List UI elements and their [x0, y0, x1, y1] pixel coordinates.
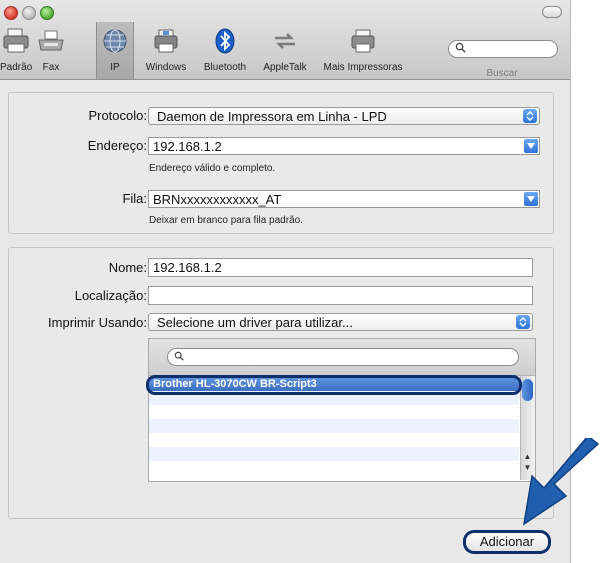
ip-globe-icon	[103, 29, 127, 53]
toolbar-default-button[interactable]: Padrão	[0, 28, 32, 78]
toolbar-toggle-button[interactable]	[542, 6, 562, 18]
address-hint: Endereço válido e completo.	[149, 163, 276, 174]
toolbar-more-printers-button[interactable]: Mais Impressoras	[316, 28, 410, 78]
search-icon	[174, 351, 184, 361]
driver-list: Brother HL-3070CW BR-Script3 ▲ ▼	[148, 338, 536, 482]
toolbar-fax-button[interactable]: Fax	[34, 28, 68, 78]
fax-icon	[38, 30, 64, 51]
driver-label: Imprimir Usando:	[48, 315, 147, 330]
driver-search-input[interactable]	[167, 348, 519, 366]
chevron-down-icon[interactable]	[524, 139, 538, 153]
driver-value: Selecione um driver para utilizar...	[157, 315, 353, 330]
queue-label: Fila:	[122, 191, 147, 206]
list-item	[149, 461, 519, 475]
close-window-button[interactable]	[4, 6, 18, 20]
toolbar-search-input[interactable]	[448, 40, 558, 58]
toolbar-more-printers-label: Mais Impressoras	[323, 62, 403, 73]
toolbar-bluetooth-button[interactable]: Bluetooth	[196, 28, 254, 78]
queue-hint: Deixar em branco para fila padrão.	[149, 215, 303, 226]
toolbar-bluetooth-label: Bluetooth	[203, 62, 247, 73]
name-label: Nome:	[108, 260, 147, 275]
default-printer-icon	[3, 28, 29, 53]
toolbar-appletalk-button[interactable]: AppleTalk	[256, 28, 314, 78]
scroll-thumb[interactable]	[522, 379, 533, 401]
protocol-label: Protocolo:	[88, 108, 147, 123]
address-combo[interactable]: 192.168.1.2	[148, 137, 540, 155]
list-item	[149, 447, 519, 461]
protocol-popup[interactable]: Daemon de Impressora em Linha - LPD	[148, 107, 540, 125]
more-printers-icon	[351, 29, 375, 53]
list-item	[149, 405, 519, 419]
name-field[interactable]: 192.168.1.2	[148, 258, 533, 277]
popup-arrows-icon	[523, 109, 537, 123]
toolbar-appletalk-label: AppleTalk	[263, 62, 307, 73]
toolbar: Padrão Fax IP Windows Bluetooth AppleTal…	[0, 0, 570, 80]
add-button[interactable]: Adicionar	[463, 530, 551, 554]
appletalk-icon	[275, 33, 295, 49]
protocol-value: Daemon de Impressora em Linha - LPD	[157, 109, 387, 124]
driver-search-band	[149, 339, 535, 376]
add-printer-window: Padrão Fax IP Windows Bluetooth AppleTal…	[0, 0, 571, 563]
toolbar-windows-button[interactable]: Windows	[140, 28, 192, 78]
location-field[interactable]	[148, 286, 533, 305]
toolbar-search: Buscar	[448, 40, 558, 80]
connection-panel: Protocolo: Daemon de Impressora em Linha…	[8, 92, 554, 234]
driver-popup[interactable]: Selecione um driver para utilizar...	[148, 313, 533, 331]
windows-printer-icon	[154, 29, 178, 53]
queue-combo[interactable]: BRNxxxxxxxxxxxx_AT	[148, 190, 540, 208]
list-item	[149, 419, 519, 433]
callout-arrow-icon	[522, 438, 600, 526]
minimize-window-button[interactable]	[22, 6, 36, 20]
toolbar-windows-label: Windows	[145, 62, 187, 73]
toolbar-ip-label: IP	[110, 62, 120, 73]
selected-driver-highlight	[146, 375, 522, 395]
zoom-window-button[interactable]	[40, 6, 54, 20]
address-label: Endereço:	[87, 138, 147, 153]
chevron-down-icon[interactable]	[524, 192, 538, 206]
toolbar-default-label: Padrão	[0, 62, 33, 73]
popup-arrows-icon	[516, 315, 530, 329]
search-icon	[455, 42, 466, 53]
toolbar-search-caption: Buscar	[486, 68, 518, 79]
address-value: 192.168.1.2	[153, 139, 222, 154]
name-value: 192.168.1.2	[153, 260, 222, 275]
toolbar-fax-label: Fax	[42, 62, 60, 73]
queue-value: BRNxxxxxxxxxxxx_AT	[153, 192, 282, 207]
toolbar-ip-button[interactable]: IP	[96, 22, 134, 79]
location-label: Localização:	[74, 288, 147, 303]
list-item	[149, 433, 519, 447]
add-button-label: Adicionar	[479, 534, 535, 549]
bluetooth-icon	[215, 28, 235, 54]
